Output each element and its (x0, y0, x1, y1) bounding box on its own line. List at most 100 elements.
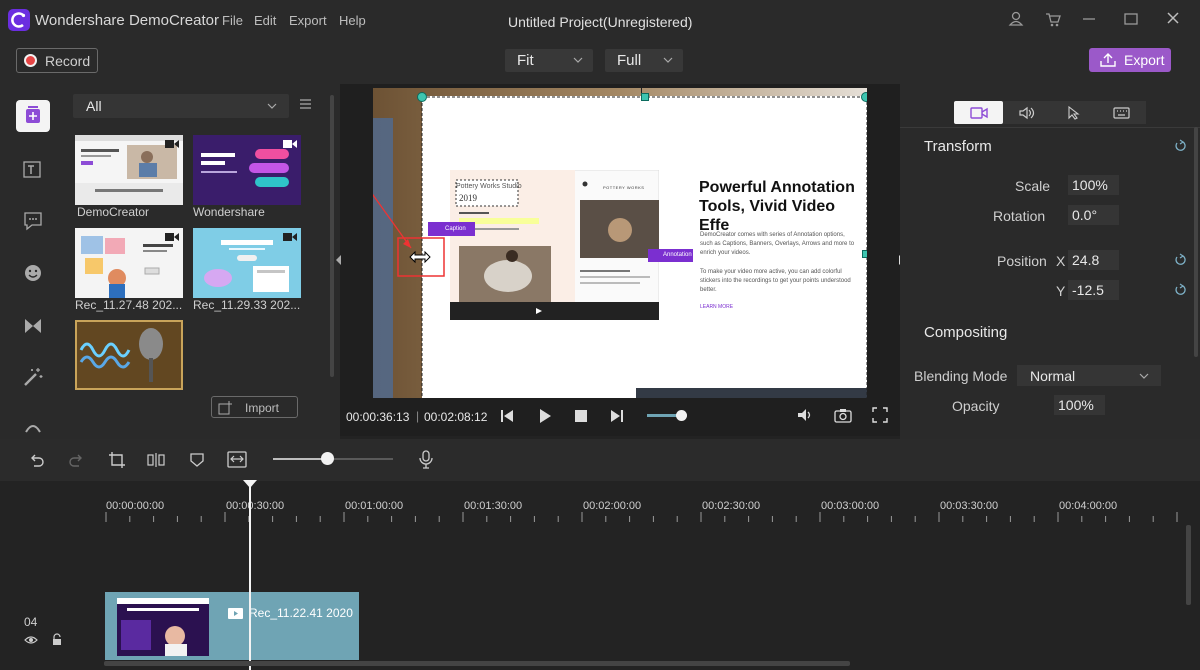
redo-icon[interactable] (68, 452, 84, 468)
sticker-tool-icon[interactable] (22, 262, 44, 284)
microphone-icon[interactable] (418, 450, 434, 469)
close-icon[interactable] (1160, 8, 1186, 30)
main-toolbar (0, 40, 1200, 84)
menu-edit[interactable]: Edit (254, 13, 276, 28)
transition-tool-icon[interactable] (22, 315, 44, 337)
fullscreen-icon[interactable] (872, 407, 888, 423)
tab-audio-properties[interactable] (1003, 101, 1050, 124)
handle-right-middle[interactable] (862, 250, 867, 258)
collapse-left-icon[interactable] (336, 255, 342, 265)
timeline-toolbar (0, 439, 1200, 481)
properties-scrollbar[interactable] (1194, 127, 1198, 357)
app-logo (8, 9, 30, 31)
media-thumbnail-wondershare[interactable] (193, 135, 301, 205)
handle-top-left[interactable] (417, 92, 427, 102)
media-item-label: Wondershare (193, 205, 265, 219)
timeline-zoom-slider[interactable] (273, 452, 393, 465)
rotation-label: Rotation (993, 208, 1046, 224)
account-icon[interactable] (1003, 8, 1029, 30)
stop-icon[interactable] (573, 408, 589, 424)
previous-frame-icon[interactable] (499, 408, 515, 424)
split-icon[interactable] (147, 452, 165, 468)
chevron-down-icon (267, 103, 277, 109)
handle-top-right[interactable] (861, 92, 867, 102)
reset-x-icon[interactable] (1174, 253, 1186, 265)
list-view-icon[interactable] (299, 98, 312, 110)
reset-transform-icon[interactable] (1174, 139, 1186, 151)
clip-label: Rec_11.22.41 2020 (249, 606, 353, 620)
text-tool-icon[interactable] (22, 160, 44, 180)
play-icon[interactable] (537, 408, 553, 424)
video-icon (165, 140, 179, 148)
media-filter-dropdown[interactable]: All (73, 94, 289, 118)
marker-icon[interactable] (189, 452, 205, 468)
playhead-handle[interactable] (242, 479, 258, 489)
effects-tool-icon[interactable] (22, 366, 44, 388)
record-dot-icon (24, 54, 37, 67)
media-item-label: DemoCreator (77, 205, 150, 219)
lock-icon[interactable] (51, 633, 63, 646)
timeline-vertical-scrollbar[interactable] (1186, 525, 1191, 605)
fit-timeline-icon[interactable] (227, 451, 247, 468)
preview-canvas[interactable]: Pottery Works Studio 2019 POTTERY WORKS … (373, 88, 867, 398)
speaker-icon[interactable] (796, 407, 814, 423)
record-button[interactable]: Record (16, 48, 98, 73)
annotation-tool-icon[interactable] (22, 210, 44, 232)
maximize-icon[interactable] (1118, 8, 1144, 30)
screenshot-camera-icon[interactable] (833, 407, 853, 423)
media-item-label: Rec_11.27.48 202... (75, 298, 183, 312)
time-ruler-tick: 00:00:00:00 (106, 500, 165, 512)
media-thumbnail-democreator[interactable] (75, 135, 183, 205)
tab-cursor-properties[interactable] (1050, 101, 1097, 124)
media-scrollbar[interactable] (330, 95, 334, 377)
time-ruler-tick: 00:01:00:00 (345, 500, 404, 512)
reset-y-icon[interactable] (1174, 283, 1186, 295)
undo-icon[interactable] (29, 452, 45, 468)
export-button[interactable]: Export (1089, 48, 1171, 72)
tab-video-properties[interactable] (954, 101, 1003, 124)
playhead-line[interactable] (249, 484, 251, 670)
rotation-input[interactable]: 0.0° (1068, 205, 1119, 225)
scale-label: Scale (1015, 178, 1051, 194)
scale-input[interactable]: 100% (1068, 175, 1119, 195)
media-library-tab[interactable] (16, 100, 50, 132)
next-frame-icon[interactable] (609, 408, 625, 424)
chevron-down-icon (663, 57, 673, 63)
volume-slider[interactable] (647, 410, 687, 421)
handle-top-middle[interactable] (641, 93, 649, 101)
media-thumbnail-audio[interactable] (75, 320, 183, 390)
media-thumbnail-rec-1127[interactable] (75, 228, 183, 298)
media-item-label: Rec_11.29.33 202... (193, 298, 301, 312)
volume-knob[interactable] (676, 410, 687, 421)
video-icon (228, 608, 243, 619)
time-ruler[interactable] (104, 512, 1194, 524)
menu-file[interactable]: File (222, 13, 243, 28)
time-ruler-tick: 00:03:00:00 (821, 500, 880, 512)
position-x-input[interactable]: 24.8 (1068, 250, 1119, 270)
media-thumbnail-rec-1129[interactable] (193, 228, 301, 298)
zoom-knob[interactable] (321, 452, 334, 465)
timeline-video-clip[interactable]: Rec_11.22.41 2020 (105, 592, 359, 660)
track-number: 04 (24, 615, 38, 629)
eye-icon[interactable] (24, 635, 38, 645)
time-ruler-tick: 00:00:30:00 (226, 500, 285, 512)
app-name: Wondershare DemoCreator (35, 12, 219, 29)
chevron-down-icon (573, 57, 583, 63)
cart-icon[interactable] (1040, 8, 1066, 30)
opacity-input[interactable]: 100% (1054, 395, 1105, 415)
timeline-horizontal-scrollbar[interactable] (104, 661, 850, 666)
tab-keyboard-properties[interactable] (1097, 101, 1146, 124)
menu-export[interactable]: Export (289, 13, 327, 28)
minimize-icon[interactable] (1076, 8, 1102, 30)
quality-dropdown[interactable]: Full (605, 49, 683, 72)
clip-thumbnail (117, 598, 209, 656)
more-tools-icon[interactable] (22, 416, 44, 434)
fit-dropdown[interactable]: Fit (505, 49, 593, 72)
blending-mode-dropdown[interactable]: Normal (1017, 365, 1161, 386)
crop-icon[interactable] (108, 451, 126, 469)
rotation-line (641, 88, 642, 93)
position-y-input[interactable]: -12.5 (1068, 280, 1119, 300)
import-button[interactable]: Import (211, 396, 298, 418)
speaker-icon (1019, 106, 1035, 120)
menu-help[interactable]: Help (339, 13, 366, 28)
